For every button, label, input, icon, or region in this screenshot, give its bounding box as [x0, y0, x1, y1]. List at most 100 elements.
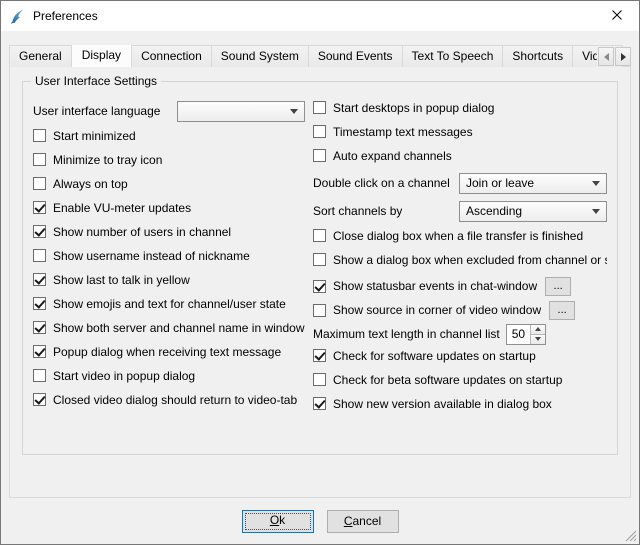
statusbar-events-more-button[interactable]: ...	[545, 277, 571, 296]
checkbox[interactable]	[33, 369, 46, 382]
checkbox-row[interactable]: Show emojis and text for channel/user st…	[33, 296, 305, 311]
checkbox[interactable]	[33, 393, 46, 406]
checkbox-label: Auto expand channels	[333, 149, 452, 163]
checkbox-label: Close dialog box when a file transfer is…	[333, 229, 583, 243]
video-source-row[interactable]: Show source in corner of video window ..…	[313, 300, 607, 320]
checkbox-row[interactable]: Start video in popup dialog	[33, 368, 305, 383]
checkbox-row[interactable]: Popup dialog when receiving text message	[33, 344, 305, 359]
tab-label: Display	[82, 48, 121, 62]
tab[interactable]: Sound System	[211, 45, 309, 67]
tab[interactable]: Shortcuts	[502, 45, 573, 67]
checkbox[interactable]	[313, 125, 326, 138]
max-text-length-spinner[interactable]: 50	[506, 324, 546, 345]
checkbox-row[interactable]: Minimize to tray icon	[33, 152, 305, 167]
checkbox[interactable]	[33, 153, 46, 166]
checkbox-label: Show emojis and text for channel/user st…	[53, 297, 286, 311]
chevron-down-icon	[592, 209, 600, 214]
tab[interactable]: Sound Events	[308, 45, 403, 67]
checkbox[interactable]	[313, 349, 326, 362]
checkbox[interactable]	[33, 273, 46, 286]
checkbox[interactable]	[33, 201, 46, 214]
checkbox-row[interactable]: Auto expand channels	[313, 148, 607, 163]
checkbox[interactable]	[313, 280, 326, 293]
checkbox[interactable]	[313, 229, 326, 242]
close-button[interactable]	[594, 1, 639, 31]
checkbox[interactable]	[33, 177, 46, 190]
checkbox-row[interactable]: Check for software updates on startup	[313, 348, 607, 363]
checkbox[interactable]	[33, 321, 46, 334]
user-interface-settings-group: User Interface Settings User interface l…	[22, 81, 618, 455]
checkbox[interactable]	[313, 253, 326, 266]
tab-bar: General Display Connection Sound System …	[9, 45, 631, 67]
checkbox-row[interactable]: Show both server and channel name in win…	[33, 320, 305, 335]
language-dropdown[interactable]	[177, 101, 305, 122]
spin-up-button[interactable]	[530, 325, 545, 334]
checkbox-label: Check for software updates on startup	[333, 349, 536, 363]
checkbox[interactable]	[313, 397, 326, 410]
language-label: User interface language	[33, 104, 160, 118]
tab-label: Connection	[141, 49, 202, 63]
double-click-value: Join or leave	[466, 176, 534, 190]
checkbox[interactable]	[33, 249, 46, 262]
resize-grip[interactable]	[624, 529, 637, 542]
sort-channels-dropdown[interactable]: Ascending	[459, 201, 607, 222]
tab-label: Shortcuts	[512, 49, 563, 63]
checkbox[interactable]	[313, 101, 326, 114]
ok-button[interactable]: Ok	[242, 510, 314, 533]
tab[interactable]: Text To Speech	[402, 45, 504, 67]
checkbox-row[interactable]: Show a dialog box when excluded from cha…	[313, 252, 607, 267]
checkbox-row[interactable]: Start desktops in popup dialog	[313, 100, 607, 115]
checkbox[interactable]	[33, 297, 46, 310]
dialog-footer: Ok Cancel	[1, 510, 639, 533]
sort-channels-row: Sort channels by Ascending	[313, 200, 607, 222]
checkbox-row[interactable]: Show last to talk in yellow	[33, 272, 305, 287]
checkbox-label: Show new version available in dialog box	[333, 397, 552, 411]
checkbox-label: Always on top	[53, 177, 128, 191]
checkbox-row[interactable]: Show number of users in channel	[33, 224, 305, 239]
checkbox-row[interactable]: Enable VU-meter updates	[33, 200, 305, 215]
tab-scroll-right-button[interactable]	[615, 47, 631, 66]
tab[interactable]: Display	[71, 45, 132, 67]
title-bar[interactable]: Preferences	[1, 1, 639, 31]
checkbox[interactable]	[33, 345, 46, 358]
left-checkbox-list: Start minimized Minimize to tray icon	[33, 128, 305, 407]
window-title: Preferences	[33, 9, 98, 23]
checkbox-label: Show both server and channel name in win…	[53, 321, 305, 335]
tab-scroll-left-button[interactable]	[598, 47, 614, 66]
checkbox[interactable]	[33, 129, 46, 142]
settings-columns: User interface language Star	[33, 100, 607, 420]
spin-down-icon	[535, 337, 541, 341]
checkbox-label: Show source in corner of video window	[333, 303, 541, 317]
checkbox-row[interactable]: Check for beta software updates on start…	[313, 372, 607, 387]
checkbox-row[interactable]: Always on top	[33, 176, 305, 191]
tab-label: Sound Events	[318, 49, 393, 63]
tab[interactable]: Connection	[131, 45, 212, 67]
arrow-right-icon	[621, 53, 626, 61]
checkbox-row[interactable]: Start minimized	[33, 128, 305, 143]
checkbox-row[interactable]: Show new version available in dialog box	[313, 396, 607, 411]
cancel-button[interactable]: Cancel	[327, 510, 399, 533]
tab-control: General Display Connection Sound System …	[9, 45, 631, 498]
spin-down-button[interactable]	[530, 334, 545, 344]
checkbox[interactable]	[33, 225, 46, 238]
checkbox-label: Popup dialog when receiving text message	[53, 345, 281, 359]
tab[interactable]: General	[9, 45, 72, 67]
checkbox[interactable]	[313, 304, 326, 317]
checkbox-row[interactable]: Timestamp text messages	[313, 124, 607, 139]
spinner-arrows	[530, 325, 545, 344]
double-click-dropdown[interactable]: Join or leave	[459, 173, 607, 194]
video-source-more-button[interactable]: ...	[549, 301, 575, 320]
checkbox-label: Minimize to tray icon	[53, 153, 162, 167]
checkbox-row[interactable]: Closed video dialog should return to vid…	[33, 392, 305, 407]
checkbox-row[interactable]: Show username instead of nickname	[33, 248, 305, 263]
double-click-row: Double click on a channel Join or leave	[313, 172, 607, 194]
checkbox[interactable]	[313, 373, 326, 386]
left-column: User interface language Star	[33, 100, 305, 420]
statusbar-events-row[interactable]: Show statusbar events in chat-window ...	[313, 276, 607, 296]
chevron-down-icon	[592, 181, 600, 186]
checkbox-row[interactable]: Close dialog box when a file transfer is…	[313, 228, 607, 243]
checkbox[interactable]	[313, 149, 326, 162]
checkbox-label: Show number of users in channel	[53, 225, 231, 239]
close-icon	[612, 7, 622, 25]
double-click-label: Double click on a channel	[313, 176, 450, 190]
